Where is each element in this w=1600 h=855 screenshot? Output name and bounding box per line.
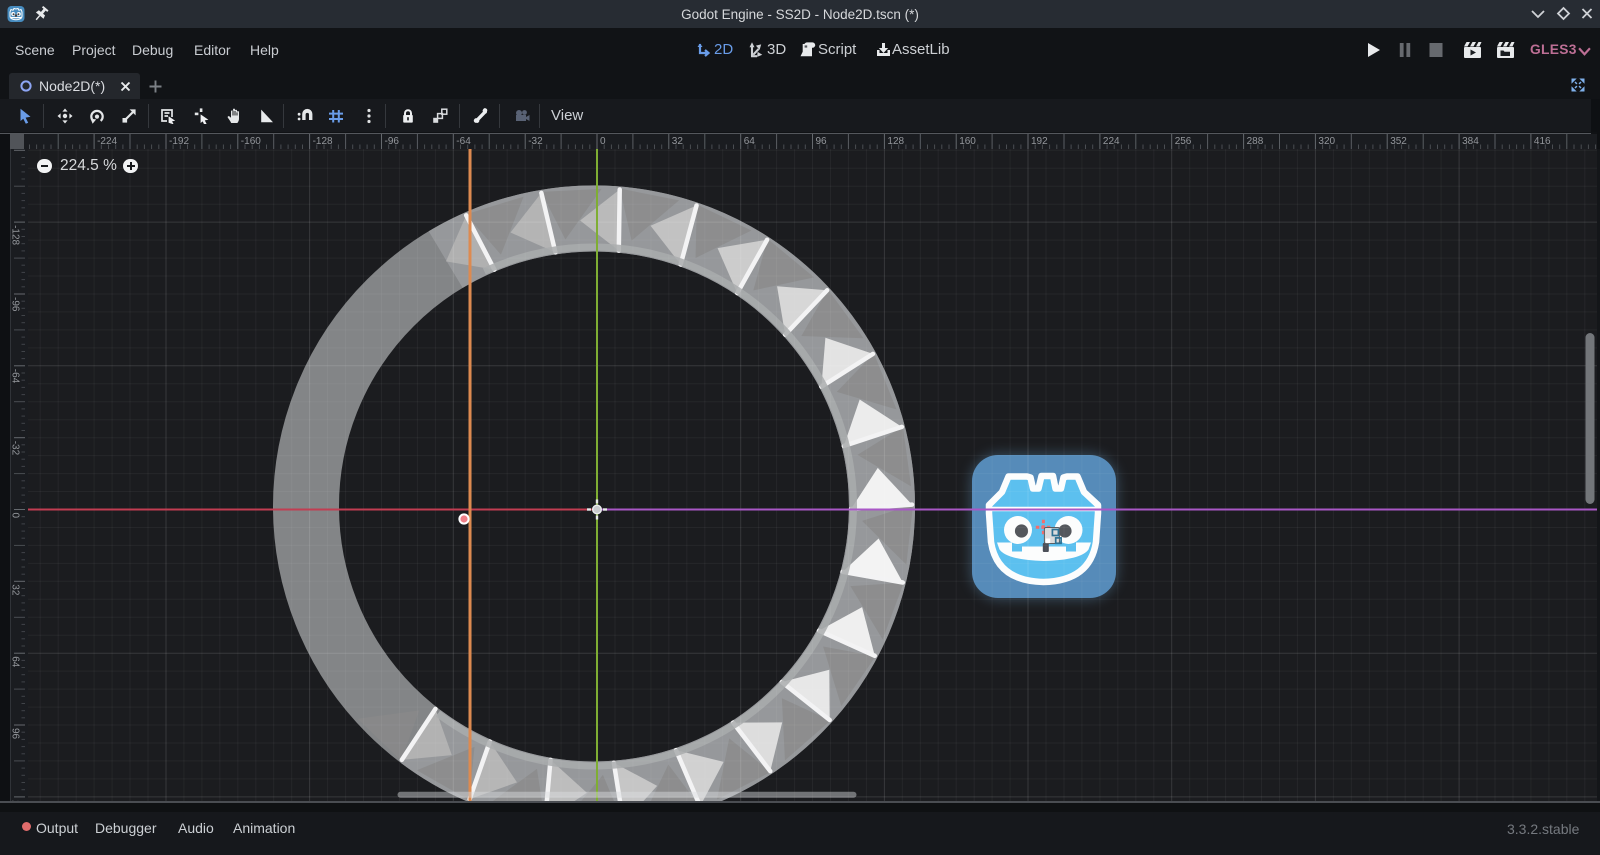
svg-text:-128: -128 — [10, 225, 21, 245]
svg-text:-192: -192 — [169, 136, 189, 147]
svg-text:64: 64 — [744, 136, 756, 147]
svg-text:-224: -224 — [97, 136, 117, 147]
svg-text:0: 0 — [600, 136, 606, 147]
svg-text:32: 32 — [672, 136, 684, 147]
svg-text:0: 0 — [10, 513, 21, 519]
svg-text:32: 32 — [10, 584, 21, 596]
svg-text:-64: -64 — [10, 369, 21, 384]
svg-text:-128: -128 — [313, 136, 333, 147]
svg-text:384: 384 — [1462, 136, 1479, 147]
svg-text:96: 96 — [816, 136, 828, 147]
svg-text:128: 128 — [887, 136, 904, 147]
svg-text:-96: -96 — [385, 136, 400, 147]
svg-text:416: 416 — [1534, 136, 1551, 147]
svg-text:-160: -160 — [241, 136, 261, 147]
svg-text:-32: -32 — [528, 136, 543, 147]
svg-text:320: 320 — [1318, 136, 1335, 147]
svg-text:224: 224 — [1103, 136, 1120, 147]
svg-text:-32: -32 — [10, 441, 21, 456]
svg-text:160: 160 — [959, 136, 976, 147]
svg-text:192: 192 — [1031, 136, 1048, 147]
svg-text:-64: -64 — [456, 136, 471, 147]
svg-text:288: 288 — [1247, 136, 1264, 147]
svg-text:64: 64 — [10, 656, 21, 668]
svg-text:256: 256 — [1175, 136, 1192, 147]
svg-text:352: 352 — [1390, 136, 1407, 147]
svg-text:-96: -96 — [10, 297, 21, 312]
svg-text:96: 96 — [10, 728, 21, 740]
